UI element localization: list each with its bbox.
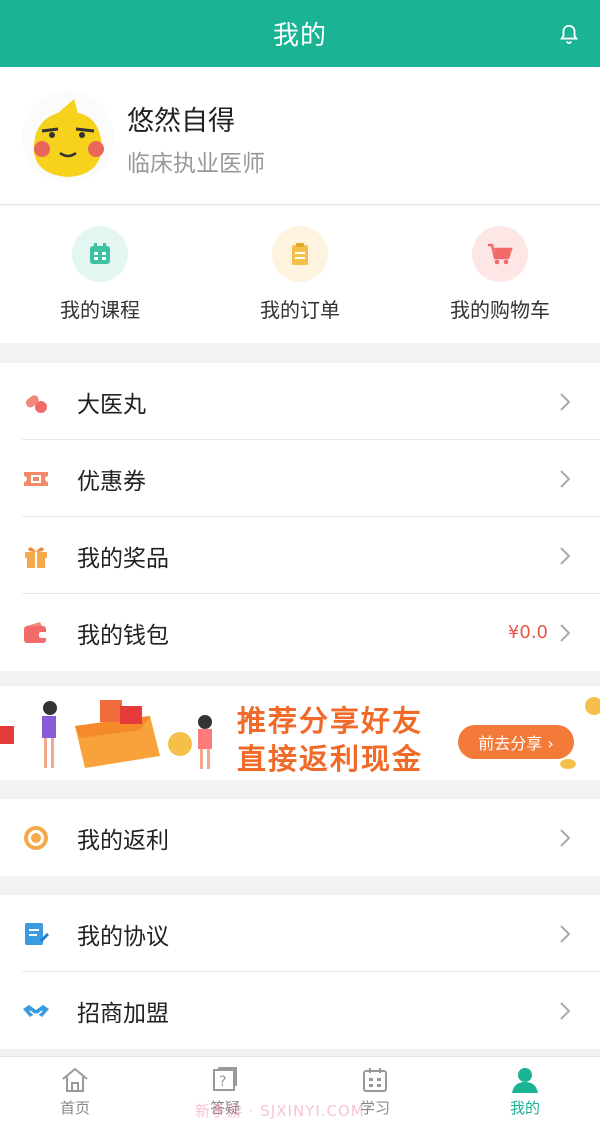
- menu-label-coupons: 优惠券: [77, 468, 146, 495]
- avatar[interactable]: [22, 91, 114, 183]
- bell-icon[interactable]: [558, 22, 580, 46]
- banner-line-1: 推荐分享好友: [237, 704, 424, 738]
- svg-text:?: ?: [219, 1074, 226, 1090]
- question-icon: ?: [213, 1067, 237, 1091]
- menu-group-2: 我的返利: [0, 799, 600, 876]
- my-orders-button[interactable]: 我的订单: [200, 226, 400, 323]
- user-name: 悠然自得: [127, 106, 235, 137]
- my-orders-label: 我的订单: [260, 298, 340, 322]
- chevron-right-icon: [560, 547, 570, 565]
- menu-label-agreement: 我的协议: [77, 923, 169, 950]
- menu-item-wallet[interactable]: 我的钱包 ¥0.0: [0, 594, 600, 671]
- menu-item-rebate[interactable]: 我的返利: [0, 799, 600, 876]
- chevron-right-icon: [560, 470, 570, 488]
- my-courses-label: 我的课程: [60, 298, 140, 322]
- handshake-icon: [23, 1005, 49, 1017]
- referral-banner[interactable]: 推荐分享好友 直接返利现金 前去分享 ›: [0, 686, 600, 780]
- menu-label-franchise: 招商加盟: [77, 1000, 169, 1027]
- pill-icon: [25, 395, 47, 413]
- gift-icon: [25, 547, 47, 568]
- profile-card[interactable]: 悠然自得 临床执业医师: [0, 67, 600, 205]
- user-icon: [512, 1068, 538, 1093]
- chevron-right-icon: [560, 393, 570, 411]
- top-bar: 我的: [0, 0, 600, 67]
- clipboard-icon: [272, 226, 328, 282]
- menu-item-prizes[interactable]: 我的奖品: [0, 517, 600, 594]
- menu-label-prizes: 我的奖品: [77, 545, 169, 572]
- menu-item-agreement[interactable]: 我的协议: [0, 895, 600, 972]
- chevron-right-icon: [560, 925, 570, 943]
- page-title: 我的: [272, 21, 327, 51]
- menu-label-pills: 大医丸: [77, 391, 146, 418]
- document-edit-icon: [25, 923, 49, 945]
- tab-home-label: 首页: [59, 1099, 90, 1117]
- my-courses-button[interactable]: 我的课程: [0, 226, 200, 323]
- rebate-icon: [24, 826, 48, 850]
- cart-icon: [472, 226, 528, 282]
- tab-home[interactable]: 首页: [0, 1065, 150, 1118]
- tab-mine-label: 我的: [509, 1099, 540, 1117]
- quick-actions: 我的课程 我的订单 我的购物车: [0, 206, 600, 343]
- share-button[interactable]: 前去分享 ›: [458, 725, 574, 759]
- ticket-icon: [24, 472, 48, 486]
- chevron-right-icon: [560, 829, 570, 847]
- menu-label-wallet: 我的钱包: [77, 622, 169, 649]
- calendar-icon: [72, 226, 128, 282]
- banner-line-2: 直接返利现金: [237, 742, 424, 776]
- menu-item-pills[interactable]: 大医丸: [0, 363, 600, 440]
- user-title: 临床执业医师: [127, 151, 265, 177]
- menu-item-franchise[interactable]: 招商加盟: [0, 972, 600, 1049]
- my-cart-label: 我的购物车: [450, 298, 550, 322]
- menu-label-rebate: 我的返利: [77, 827, 169, 854]
- banner-illustration: [0, 700, 212, 769]
- avatar-image: [22, 91, 114, 183]
- tab-mine[interactable]: 我的: [450, 1065, 600, 1118]
- menu-group-3: 我的协议 招商加盟: [0, 895, 600, 1049]
- chevron-right-icon: [560, 624, 570, 642]
- wallet-icon: [24, 622, 47, 643]
- home-icon: [62, 1067, 88, 1092]
- menu-item-coupons[interactable]: 优惠券: [0, 440, 600, 517]
- wallet-balance: ¥0.0: [507, 622, 548, 643]
- menu-group-1: 大医丸 优惠券 我的奖品 我的钱包 ¥0.0: [0, 363, 600, 671]
- my-cart-button[interactable]: 我的购物车: [400, 226, 600, 323]
- coin-decoration: [560, 697, 600, 769]
- watermark: 新手游 · SJXINYI.COM: [195, 1102, 365, 1120]
- chevron-right-icon: [560, 1002, 570, 1020]
- calendar-icon: [363, 1068, 387, 1092]
